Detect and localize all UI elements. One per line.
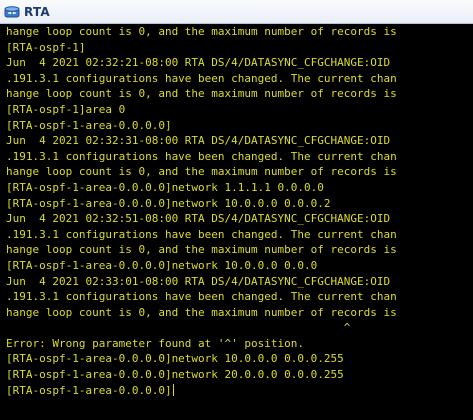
terminal-line: .191.3.1 configurations have been change… (6, 149, 397, 163)
terminal-window: RTA hange loop count is 0, and the maxim… (0, 0, 473, 420)
terminal-line: [RTA-ospf-1-area-0.0.0.0]network 20.0.0.… (6, 368, 344, 382)
terminal-line: [RTA-ospf-1-area-0.0.0.0] (6, 118, 172, 132)
terminal-line: Jun 4 2021 02:32:31-08:00 RTA DS/4/DATAS… (6, 134, 391, 148)
terminal-line: hange loop count is 0, and the maximum n… (6, 87, 397, 101)
router-terminal-icon (4, 4, 20, 20)
terminal-line: hange loop count is 0, and the maximum n… (6, 305, 397, 319)
terminal-line: [RTA-ospf-1]area 0 (6, 102, 126, 116)
terminal-output[interactable]: hange loop count is 0, and the maximum n… (0, 24, 473, 420)
terminal-line: [RTA-ospf-1-area-0.0.0.0]network 10.0.0.… (6, 258, 318, 272)
terminal-line: hange loop count is 0, and the maximum n… (6, 25, 397, 38)
terminal-line: [RTA-ospf-1-area-0.0.0.0] (6, 383, 174, 397)
terminal-line: [RTA-ospf-1-area-0.0.0.0]network 1.1.1.1… (6, 180, 324, 194)
terminal-line: Error: Wrong parameter found at '^' posi… (6, 336, 305, 350)
terminal-line: hange loop count is 0, and the maximum n… (6, 165, 397, 179)
terminal-line: [RTA-ospf-1] (6, 40, 86, 54)
window-title: RTA (24, 4, 50, 19)
terminal-line: [RTA-ospf-1-area-0.0.0.0]network 10.0.0.… (6, 196, 331, 210)
terminal-line: ^ (6, 321, 351, 335)
terminal-line: Jun 4 2021 02:32:51-08:00 RTA DS/4/DATAS… (6, 212, 391, 226)
terminal-line: [RTA-ospf-1-area-0.0.0.0]network 10.0.0.… (6, 352, 344, 366)
terminal-line: Jun 4 2021 02:32:21-08:00 RTA DS/4/DATAS… (6, 56, 391, 70)
terminal-line: .191.3.1 configurations have been change… (6, 290, 397, 304)
terminal-line: .191.3.1 configurations have been change… (6, 227, 397, 241)
title-bar[interactable]: RTA (0, 0, 473, 24)
terminal-line: hange loop count is 0, and the maximum n… (6, 243, 397, 257)
text-cursor (172, 383, 174, 396)
terminal-line: .191.3.1 configurations have been change… (6, 71, 397, 85)
terminal-line: Jun 4 2021 02:33:01-08:00 RTA DS/4/DATAS… (6, 274, 391, 288)
